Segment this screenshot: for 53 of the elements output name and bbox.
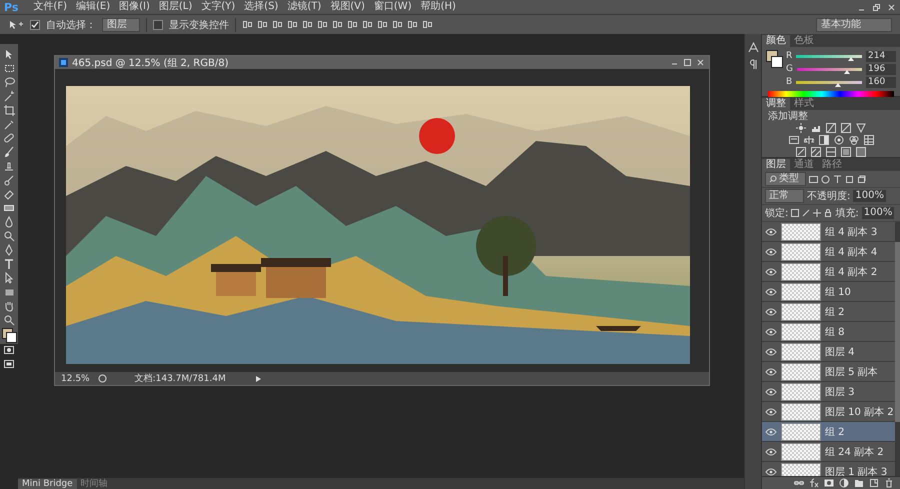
layer-dropdown[interactable]: 图层 xyxy=(102,18,140,32)
layer-row[interactable]: 组 10 xyxy=(762,282,895,302)
menu-item[interactable]: 窗口(W) xyxy=(374,0,412,14)
opacity-label: 不透明度: xyxy=(807,190,850,203)
layer-row[interactable]: 组 2 xyxy=(762,302,895,322)
layer-row[interactable]: 图层 10 副本 2 xyxy=(762,402,895,422)
auto-select-label: 自动选择： xyxy=(46,18,96,32)
menu-item[interactable]: 编辑(E) xyxy=(76,0,110,14)
layer-row[interactable]: 组 8 xyxy=(762,322,895,342)
layer-row[interactable]: 组 4 副本 3 xyxy=(762,222,895,242)
channel-label: G xyxy=(786,64,793,74)
lock-label: 锁定: xyxy=(765,206,788,220)
panel-tab[interactable]: 色板 xyxy=(790,35,818,47)
channel-value-field[interactable]: 160 xyxy=(866,76,896,88)
filter-dropdown[interactable]: 类型 xyxy=(765,172,806,186)
document-tab[interactable]: 465.psd @ 12.5% (组 2, RGB/8) xyxy=(55,56,709,69)
opacity-field[interactable]: 100% xyxy=(853,190,886,202)
panel-tab[interactable]: 通道 xyxy=(790,159,818,171)
workspace-dropdown[interactable]: 基本功能 xyxy=(816,18,892,32)
menu-item[interactable]: 视图(V) xyxy=(330,0,365,14)
menu-item[interactable]: 帮助(H) xyxy=(420,0,456,14)
layer-row[interactable]: 图层 5 副本 xyxy=(762,362,895,382)
panel-tab[interactable]: 颜色 xyxy=(762,35,790,47)
menu-item[interactable]: 图层(L) xyxy=(158,0,192,14)
menu-item[interactable]: 选择(S) xyxy=(244,0,278,14)
fill-field[interactable]: 100% xyxy=(862,207,894,219)
panel-tab[interactable]: 路径 xyxy=(818,159,846,171)
channel-label: R xyxy=(786,51,792,61)
panel-heading: 添加调整 xyxy=(767,110,809,123)
panel-tab[interactable]: 样式 xyxy=(790,98,818,110)
layer-row[interactable]: 组 4 副本 2 xyxy=(762,262,895,282)
channel-value-field[interactable]: 214 xyxy=(866,50,896,62)
layer-row[interactable]: 组 24 副本 2 xyxy=(762,442,895,462)
panel-tab[interactable]: Mini Bridge xyxy=(18,479,77,489)
document-size: 文档:143.7M/781.4M xyxy=(134,372,227,385)
zoom-level[interactable]: 12.5% xyxy=(61,374,90,384)
layer-row[interactable]: 图层 3 xyxy=(762,382,895,402)
channel-label: B xyxy=(786,77,792,87)
layer-row[interactable]: 组 2 xyxy=(762,422,895,442)
channel-value-field[interactable]: 196 xyxy=(866,64,896,74)
panel-tab[interactable]: 调整 xyxy=(762,98,790,110)
blend-mode-dropdown[interactable]: 正常 xyxy=(765,189,804,203)
show-transform-label: 显示变换控件 xyxy=(169,18,229,32)
menu-item[interactable]: 图像(I) xyxy=(119,0,150,14)
panel-tab[interactable]: 时间轴 xyxy=(76,479,112,489)
menu-item[interactable]: 文字(Y) xyxy=(201,0,236,14)
fill-label: 填充: xyxy=(835,206,859,220)
panel-tab[interactable]: 图层 xyxy=(762,159,790,171)
layer-row[interactable]: 组 4 副本 4 xyxy=(762,242,895,262)
layer-row[interactable]: 图层 4 xyxy=(762,342,895,362)
app-logo: Ps xyxy=(4,0,18,14)
menu-item[interactable]: 滤镜(T) xyxy=(287,0,322,14)
menu-item[interactable]: 文件(F) xyxy=(33,0,67,14)
